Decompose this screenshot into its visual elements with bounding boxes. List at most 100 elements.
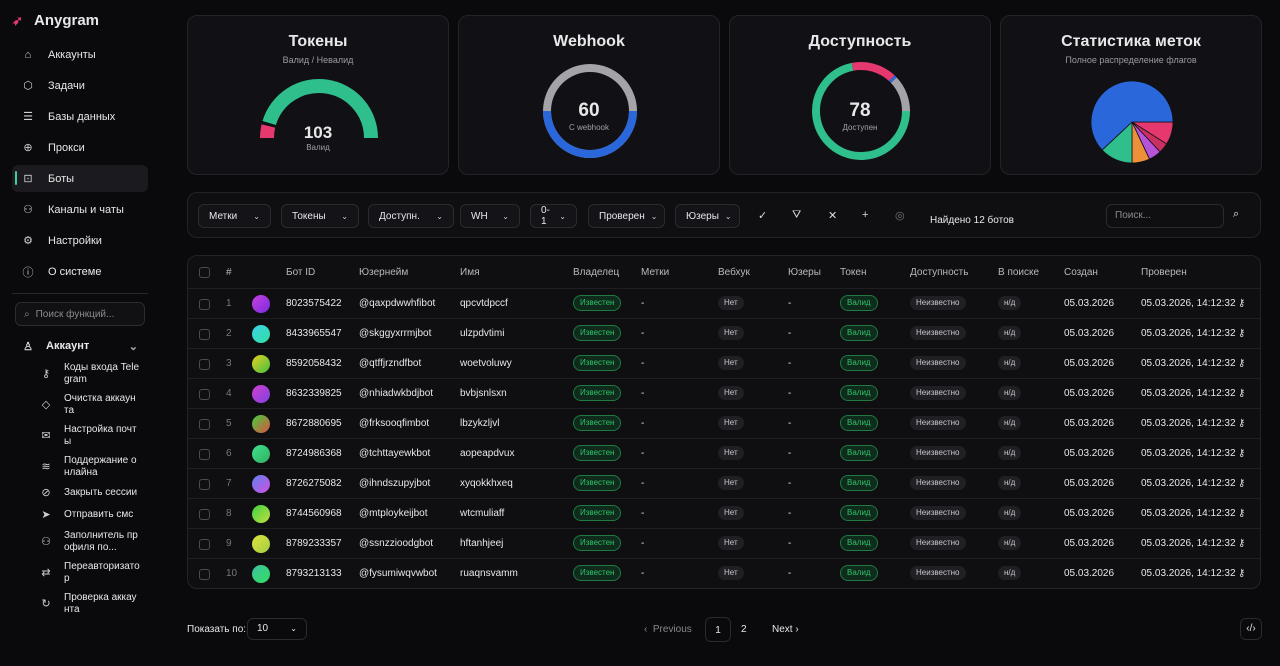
column-header[interactable]: Владелец — [573, 256, 619, 289]
bot-username[interactable]: @tchttayewkbot — [359, 439, 430, 469]
table-row[interactable]: 6 8724986368 @tchttayewkbot aopeapdvux Извес… — [188, 439, 1260, 469]
flags-pie-chart — [1090, 80, 1174, 164]
account-subitem-1[interactable]: ◇ Очистка аккаунта — [40, 393, 148, 417]
webhook-badge: Нет — [718, 326, 744, 341]
function-search-input[interactable]: ⌕ Поиск функций... — [15, 302, 145, 326]
search-icon[interactable]: ⌕ — [1233, 208, 1239, 221]
key-icon[interactable]: ⚷ — [1238, 349, 1245, 379]
account-section-toggle[interactable]: ♙ Аккаунт ⌄ — [12, 338, 148, 354]
sidebar-item-2[interactable]: ☰ Базы данных — [12, 103, 148, 130]
column-header[interactable]: Юзернейм — [359, 256, 408, 289]
bot-username[interactable]: @ihndszupyjbot — [359, 469, 430, 499]
row-checkbox[interactable] — [199, 329, 210, 340]
filter-dropdown-3[interactable]: WH ⌄ — [460, 204, 520, 228]
filter-dropdown-1[interactable]: Токены ⌄ — [281, 204, 359, 228]
sidebar-item-0[interactable]: ⌂ Аккаунты — [12, 41, 148, 68]
key-icon[interactable]: ⚷ — [1238, 559, 1245, 588]
next-page-button[interactable]: Next › — [772, 617, 799, 642]
sidebar-item-6[interactable]: ⚙ Настройки — [12, 227, 148, 254]
page-2-button[interactable]: 2 — [741, 617, 747, 642]
users-icon: ⚇ — [23, 204, 33, 216]
bot-username[interactable]: @mtploykeijbot — [359, 499, 428, 529]
key-icon[interactable]: ⚷ — [1238, 319, 1245, 349]
account-subitem-5[interactable]: ➤ Отправить смс — [40, 508, 148, 522]
bot-username[interactable]: @ssnzzioodgbot — [359, 529, 433, 559]
clear-icon[interactable]: ✕ — [828, 209, 837, 222]
row-checkbox[interactable] — [199, 419, 210, 430]
page-1-button[interactable]: 1 — [705, 617, 731, 642]
account-subitem-4[interactable]: ⊘ Закрыть сессии — [40, 486, 148, 500]
previous-page-button[interactable]: ‹ Previous — [644, 617, 692, 642]
page-size-select[interactable]: 10 ⌄ — [247, 618, 307, 640]
bot-username[interactable]: @nhiadwkbdjbot — [359, 379, 433, 409]
column-header[interactable]: Юзеры — [788, 256, 821, 289]
sidebar-item-7[interactable]: ⓘ О системе — [12, 258, 148, 285]
row-checkbox[interactable] — [199, 569, 210, 580]
bot-username[interactable]: @fysumiwqvwbot — [359, 559, 437, 588]
account-subitem-7[interactable]: ⇄ Переавторизатор — [40, 561, 148, 585]
code-view-button[interactable]: ‹/› — [1240, 618, 1262, 640]
bot-username[interactable]: @qtffjrzndfbot — [359, 349, 421, 379]
sidebar-item-1[interactable]: ⬡ Задачи — [12, 72, 148, 99]
column-header[interactable]: Токен — [840, 256, 866, 289]
row-checkbox[interactable] — [199, 299, 210, 310]
add-icon[interactable]: + — [862, 209, 868, 221]
column-header[interactable]: Вебхук — [718, 256, 750, 289]
account-subitem-0[interactable]: ⚷ Коды входа Telegram — [40, 362, 148, 386]
row-checkbox[interactable] — [199, 479, 210, 490]
column-header[interactable]: Проверен — [1141, 256, 1187, 289]
bot-username[interactable]: @qaxpdwwhfibot — [359, 289, 435, 319]
row-number: 5 — [226, 418, 232, 429]
checked-date: 05.03.2026, 14:12:32 — [1141, 418, 1236, 429]
key-icon[interactable]: ⚷ — [1238, 499, 1245, 529]
key-icon[interactable]: ⚷ — [1238, 409, 1245, 439]
filter-dropdown-5[interactable]: Проверен ⌄ — [588, 204, 665, 228]
table-row[interactable]: 4 8632339825 @nhiadwkbdjbot bvbjsnlsxn Извес… — [188, 379, 1260, 409]
column-header[interactable]: В поиске — [998, 256, 1039, 289]
bot-username[interactable]: @skggyxrrmjbot — [359, 319, 431, 349]
filter-dropdown-2[interactable]: Доступн. ⌄ — [368, 204, 454, 228]
key-icon[interactable]: ⚷ — [1238, 439, 1245, 469]
key-icon[interactable]: ⚷ — [1238, 379, 1245, 409]
table-row[interactable]: 7 8726275082 @ihndszupyjbot xyqokkhxeq Извес… — [188, 469, 1260, 499]
table-row[interactable]: 9 8789233357 @ssnzzioodgbot hftanhjeej Извес… — [188, 529, 1260, 559]
table-row[interactable]: 2 8433965547 @skggyxrrmjbot ulzpdvtimi Извес… — [188, 319, 1260, 349]
table-row[interactable]: 5 8672880695 @frksooqfimbot lbzykzljvl Извес… — [188, 409, 1260, 439]
filter-dropdown-0[interactable]: Метки ⌄ — [198, 204, 271, 228]
row-checkbox[interactable] — [199, 389, 210, 400]
check-all-icon[interactable]: ✓ — [758, 209, 767, 222]
account-subitem-8[interactable]: ↻ Проверка аккаунта — [40, 592, 148, 616]
key-icon[interactable]: ⚷ — [1238, 289, 1245, 319]
column-header[interactable]: Создан — [1064, 256, 1098, 289]
sidebar-item-3[interactable]: ⊕ Прокси — [12, 134, 148, 161]
select-all-checkbox[interactable] — [199, 267, 210, 278]
column-header[interactable]: Имя — [460, 256, 479, 289]
app-logo[interactable]: ➶ Anygram — [12, 12, 148, 29]
row-checkbox[interactable] — [199, 509, 210, 520]
row-checkbox[interactable] — [199, 359, 210, 370]
column-header[interactable]: Метки — [641, 256, 669, 289]
filter-dropdown-4[interactable]: 0-1 ⌄ — [530, 204, 577, 228]
table-row[interactable]: 10 8793213133 @fysumiwqvwbot ruaqnsvamm Изве… — [188, 559, 1260, 588]
column-header[interactable]: # — [226, 256, 232, 289]
bot-id: 8672880695 — [286, 418, 342, 429]
key-icon[interactable]: ⚷ — [1238, 469, 1245, 499]
column-header[interactable]: Бот ID — [286, 256, 315, 289]
account-subitem-6[interactable]: ⚇ Заполнитель профиля по... — [40, 530, 148, 554]
key-icon[interactable]: ⚷ — [1238, 529, 1245, 559]
bot-username[interactable]: @frksooqfimbot — [359, 409, 429, 439]
table-row[interactable]: 3 8592058432 @qtffjrzndfbot woetvoluwy Извес… — [188, 349, 1260, 379]
row-checkbox[interactable] — [199, 449, 210, 460]
sidebar-item-4[interactable]: ⊡ Боты — [12, 165, 148, 192]
row-checkbox[interactable] — [199, 539, 210, 550]
table-row[interactable]: 1 8023575422 @qaxpdwwhfibot qpcvtdpccf Извес… — [188, 289, 1260, 319]
search-input[interactable]: Поиск... — [1106, 204, 1224, 228]
table-row[interactable]: 8 8744560968 @mtploykeijbot wtcmuliaff Извес… — [188, 499, 1260, 529]
filter-icon[interactable]: ⛛ — [792, 209, 801, 222]
sidebar-item-5[interactable]: ⚇ Каналы и чаты — [12, 196, 148, 223]
account-subitem-3[interactable]: ≋ Поддержание онлайна — [40, 455, 148, 479]
column-header[interactable]: Доступность — [910, 256, 968, 289]
account-subitem-2[interactable]: ✉ Настройка почты — [40, 424, 148, 448]
fingerprint-icon[interactable]: ◎ — [895, 209, 905, 222]
filter-dropdown-6[interactable]: Юзеры ⌄ — [675, 204, 740, 228]
